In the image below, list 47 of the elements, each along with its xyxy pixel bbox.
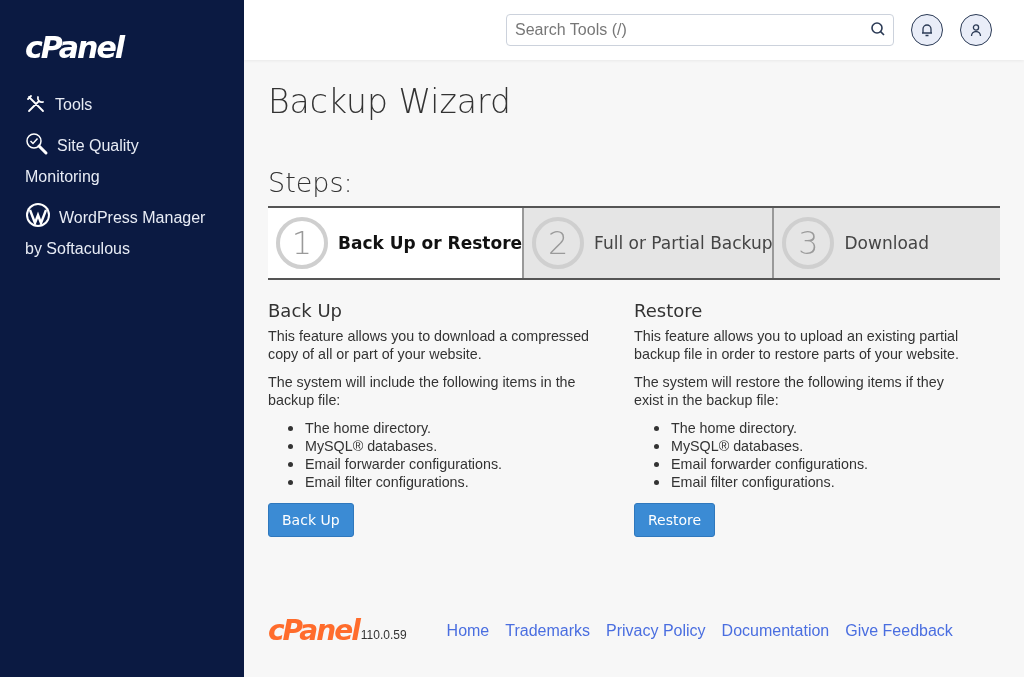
step-label: Back Up or Restore bbox=[338, 233, 523, 253]
footer-link[interactable]: Give Feedback bbox=[845, 621, 953, 640]
section-heading: Restore bbox=[634, 300, 704, 321]
version-text: 110.0.59 bbox=[360, 627, 407, 642]
wizard-step[interactable]: 1 Back Up or Restore bbox=[268, 208, 523, 278]
description-text: This feature allows you to upload an existing partial backup file in order to restore parts of your website. bbox=[634, 327, 961, 363]
action-button[interactable]: Restore bbox=[634, 503, 716, 537]
list-item: Email filter configurations. bbox=[654, 473, 1000, 491]
bell-icon bbox=[920, 23, 934, 37]
footer-link[interactable]: Privacy Policy bbox=[606, 621, 706, 640]
footer-link[interactable]: Trademarks bbox=[505, 621, 591, 640]
footer-link[interactable]: Home bbox=[446, 621, 490, 640]
step-number: 3 bbox=[782, 217, 835, 269]
step-label: Download bbox=[844, 233, 929, 253]
magnifier-check-icon bbox=[25, 132, 49, 156]
page-title: Backup Wizard bbox=[268, 82, 511, 121]
user-icon bbox=[969, 23, 983, 37]
intro-text: The system will include the following items in the backup file: bbox=[268, 373, 577, 409]
section-heading: Back Up bbox=[268, 300, 344, 321]
tools-icon bbox=[25, 93, 47, 115]
list-item: MySQL® databases. bbox=[288, 437, 634, 455]
user-button[interactable] bbox=[960, 14, 992, 46]
search-field[interactable]: Search Tools (/) bbox=[506, 14, 894, 46]
wordpress-icon bbox=[25, 202, 51, 228]
steps-heading: Steps: bbox=[268, 167, 353, 198]
list-item: Email forwarder configurations. bbox=[288, 455, 634, 473]
sidebar-item[interactable]: Site Quality Monitoring bbox=[25, 130, 215, 192]
action-button[interactable]: Back Up bbox=[268, 503, 354, 537]
sidebar-item[interactable]: Tools bbox=[25, 89, 215, 120]
cpanel-logo: cPanel bbox=[268, 614, 359, 647]
list-item: Email forwarder configurations. bbox=[654, 455, 1000, 473]
footer-link[interactable]: Documentation bbox=[721, 621, 830, 640]
notifications-button[interactable] bbox=[911, 14, 943, 46]
intro-text: The system will restore the following items if they exist in the backup file: bbox=[634, 373, 945, 409]
description-text: This feature allows you to download a compressed copy of all or part of your website. bbox=[268, 327, 591, 363]
wizard-step[interactable]: 2 Full or Partial Backup bbox=[522, 208, 773, 278]
step-label: Full or Partial Backup bbox=[594, 233, 773, 253]
search-icon bbox=[870, 21, 886, 37]
list-item: Email filter configurations. bbox=[288, 473, 634, 491]
list-item: The home directory. bbox=[288, 419, 634, 437]
list-item: MySQL® databases. bbox=[654, 437, 1000, 455]
cpanel-logo[interactable]: cPanel bbox=[25, 30, 124, 65]
step-number: 2 bbox=[532, 217, 585, 269]
sidebar-item[interactable]: WordPress Manager by Softaculous bbox=[25, 202, 215, 264]
step-number: 1 bbox=[276, 217, 328, 269]
list-item: The home directory. bbox=[654, 419, 1000, 437]
wizard-step[interactable]: 3 Download bbox=[772, 208, 1000, 278]
